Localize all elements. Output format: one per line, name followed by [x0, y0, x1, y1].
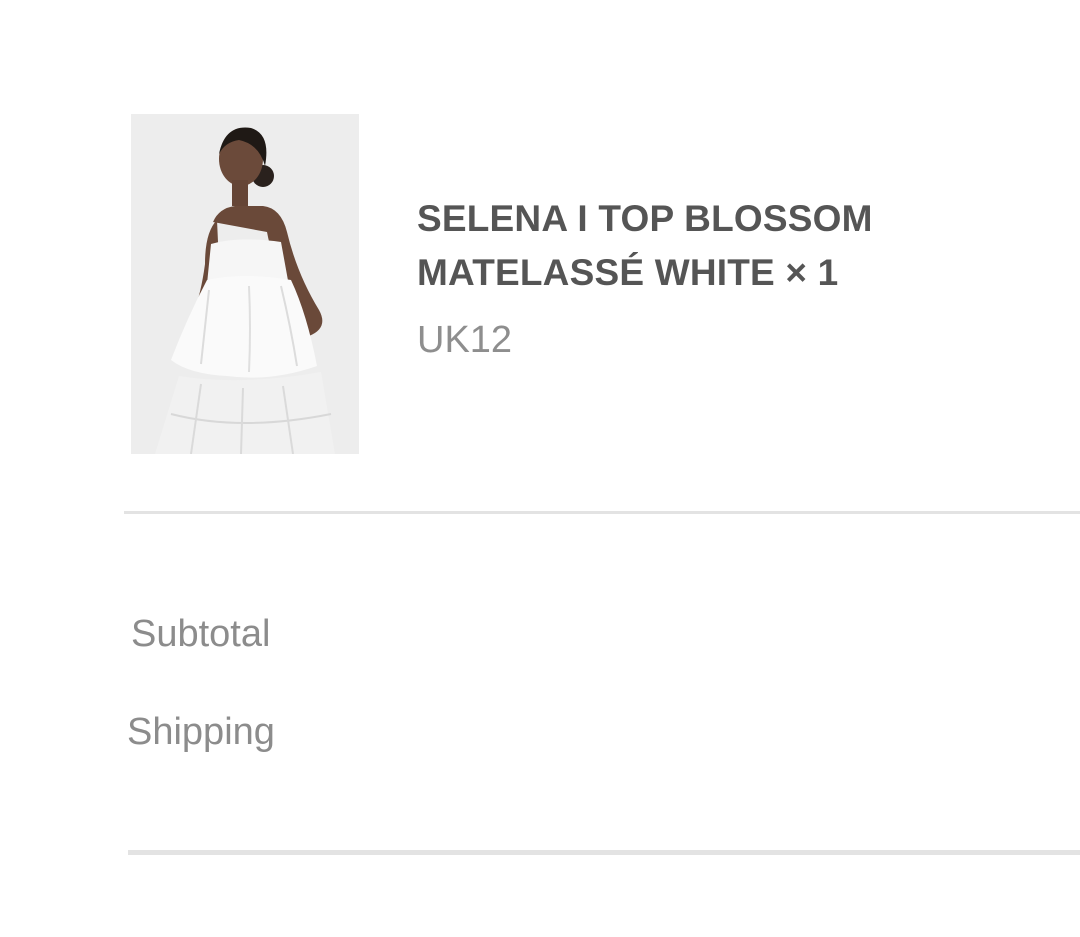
product-size: UK12	[417, 319, 513, 361]
product-title: SELENA I TOP BLOSSOM MATELASSÉ WHITE × 1	[417, 192, 977, 300]
subtotal-label: Subtotal	[131, 613, 271, 655]
shipping-label: Shipping	[127, 711, 275, 753]
divider-bottom	[128, 850, 1080, 855]
product-title-line-2: MATELASSÉ WHITE × 1	[417, 252, 839, 293]
product-thumbnail	[131, 114, 359, 454]
product-title-line-1: SELENA I TOP BLOSSOM	[417, 198, 873, 239]
divider-top	[124, 511, 1080, 514]
model-photo-illustration	[131, 114, 359, 454]
